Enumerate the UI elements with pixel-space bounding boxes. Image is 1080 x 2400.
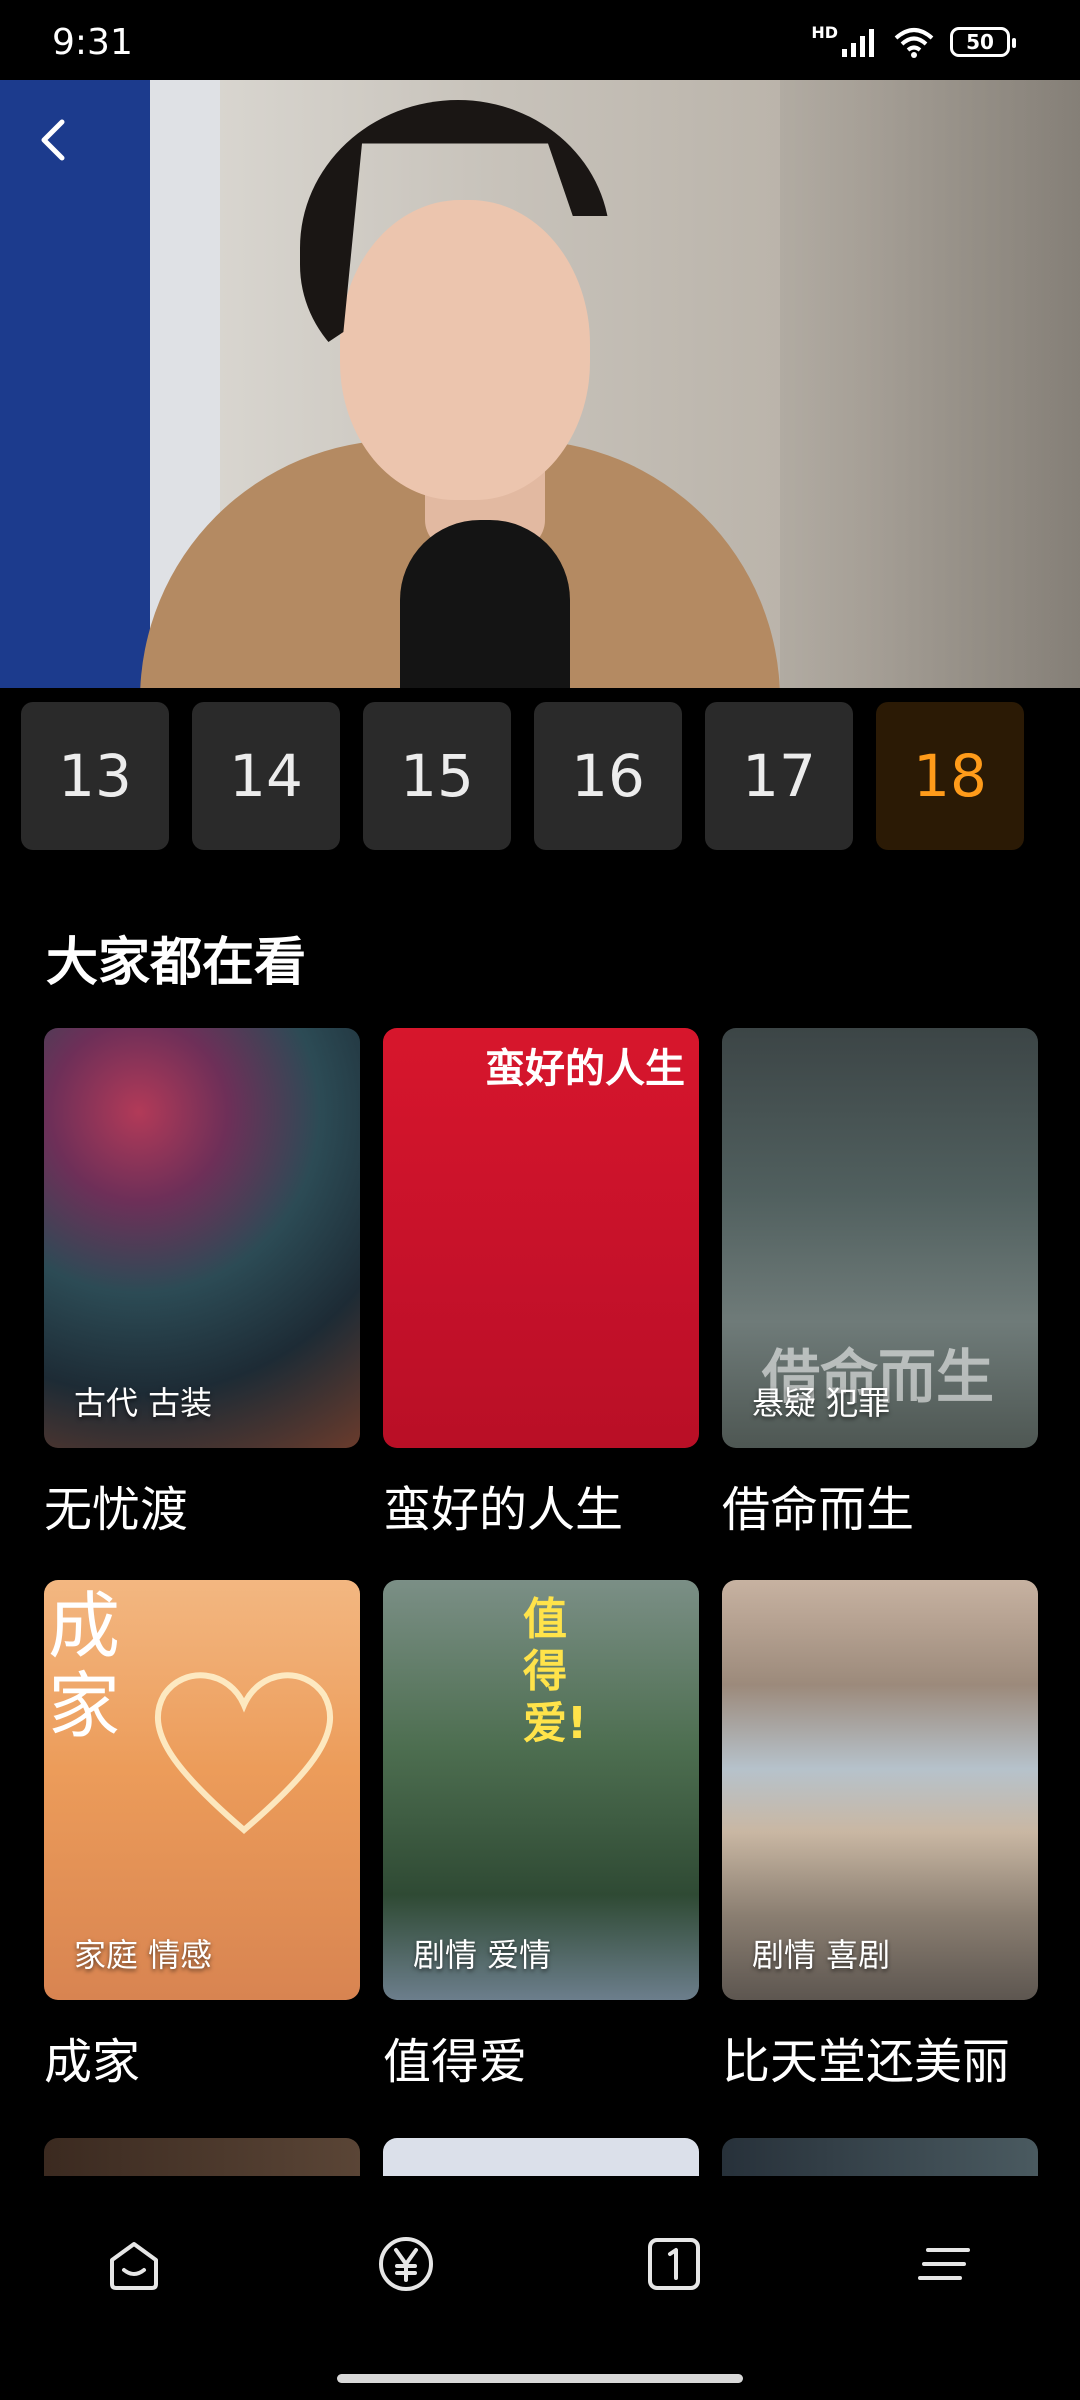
show-tags: 古代 古装 [74, 1384, 213, 1422]
status-icons: HD 50 [811, 22, 1016, 62]
show-poster-partial[interactable] [383, 2138, 699, 2178]
show-title[interactable]: 值得爱 [383, 2022, 699, 2092]
home-indicator[interactable] [337, 2374, 743, 2383]
show-poster-partial[interactable] [44, 2138, 360, 2178]
show-poster-partial[interactable] [722, 2138, 1038, 2178]
show-title[interactable]: 借命而生 [722, 1470, 1038, 1540]
next-row-partial [44, 2138, 1038, 2178]
video-frame-face [340, 200, 590, 500]
show-title[interactable]: 成家 [44, 2022, 360, 2092]
video-frame-shadow [780, 80, 1080, 688]
battery-icon: 50 [950, 27, 1016, 57]
show-poster[interactable]: 借命而生 悬疑 犯罪 [722, 1028, 1038, 1448]
show-card[interactable]: 蛮好的人生 蛮好的人生 [383, 1028, 699, 1540]
bottom-nav [0, 2176, 1080, 2400]
section-title: 大家都在看 [46, 933, 307, 993]
poster-title-text: 值得爱! [523, 1594, 588, 1749]
show-poster[interactable]: 古代 古装 [44, 1028, 360, 1448]
show-title[interactable]: 蛮好的人生 [383, 1470, 699, 1540]
show-tags: 剧情 爱情 [413, 1936, 552, 1974]
battery-level: 50 [966, 30, 994, 54]
show-tags: 剧情 喜剧 [752, 1936, 891, 1974]
network-type: HD [811, 23, 838, 42]
show-tags: 悬疑 犯罪 [752, 1384, 891, 1422]
show-card[interactable]: 值得爱! 剧情 爱情 值得爱 [383, 1580, 699, 2092]
number-one-icon[interactable] [644, 2234, 704, 2294]
show-card[interactable]: 借命而生 悬疑 犯罪 借命而生 [722, 1028, 1038, 1540]
status-bar: 9:31 HD 50 [0, 0, 1080, 80]
show-card[interactable]: 剧情 喜剧 比天堂还美丽 [722, 1580, 1038, 2092]
episode-button[interactable]: 15 [363, 702, 511, 850]
menu-icon[interactable] [916, 2234, 976, 2294]
show-card[interactable]: 古代 古装 无忧渡 [44, 1028, 360, 1540]
episode-selector: 13 14 15 16 17 18 [21, 702, 1061, 850]
show-poster[interactable]: 值得爱! 剧情 爱情 [383, 1580, 699, 2000]
show-poster[interactable]: 蛮好的人生 [383, 1028, 699, 1448]
heart-graphic [154, 1672, 334, 1834]
show-title[interactable]: 比天堂还美丽 [722, 2022, 1038, 2092]
poster-title-text: 蛮好的人生 [485, 1046, 685, 1092]
show-card[interactable]: 成家 家庭 情感 成家 [44, 1580, 360, 2092]
episode-button[interactable]: 17 [705, 702, 853, 850]
chevron-left-icon[interactable] [28, 112, 84, 168]
recommendation-grid: 古代 古装 无忧渡 蛮好的人生 蛮好的人生 借命而生 悬疑 犯罪 借命而生 成家… [44, 1028, 1038, 2092]
episode-button[interactable]: 13 [21, 702, 169, 850]
wifi-icon [894, 28, 934, 58]
home-icon[interactable] [104, 2234, 164, 2294]
video-player[interactable] [0, 80, 1080, 688]
show-tags: 家庭 情感 [74, 1936, 213, 1974]
episode-button[interactable]: 14 [192, 702, 340, 850]
yuan-icon[interactable] [376, 2234, 436, 2294]
signal-icon [842, 29, 874, 57]
video-frame-figure-left [0, 80, 150, 688]
status-time: 9:31 [52, 22, 133, 63]
show-poster[interactable]: 剧情 喜剧 [722, 1580, 1038, 2000]
episode-button[interactable]: 18 [876, 702, 1024, 850]
show-title[interactable]: 无忧渡 [44, 1470, 360, 1540]
episode-button[interactable]: 16 [534, 702, 682, 850]
show-poster[interactable]: 成家 家庭 情感 [44, 1580, 360, 2000]
video-frame-inner-shirt [400, 520, 570, 688]
